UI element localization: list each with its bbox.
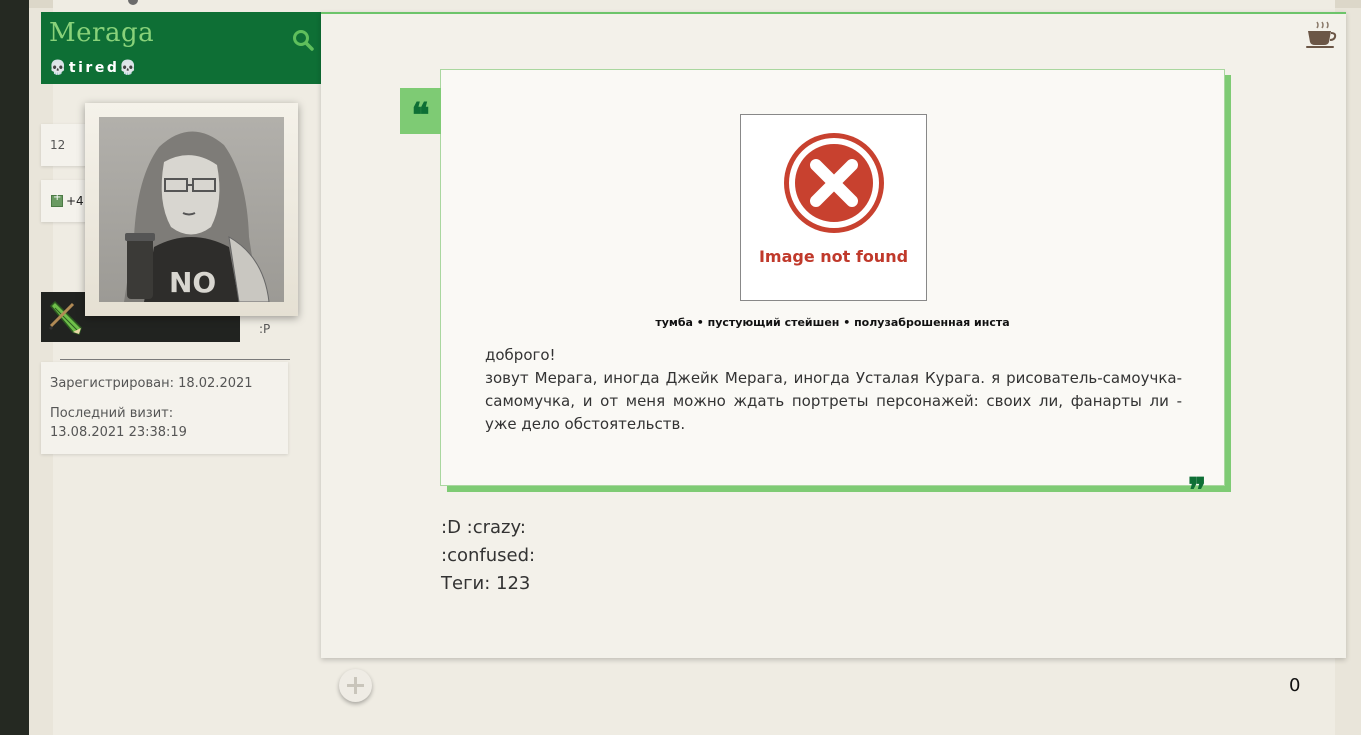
- reputation-plus-icon[interactable]: [51, 192, 63, 207]
- posts-count: 12: [50, 138, 66, 152]
- svg-text:NO: NO: [169, 266, 216, 299]
- author-status: 💀tired💀: [49, 60, 140, 76]
- search-icon[interactable]: [291, 28, 315, 52]
- author-info: Зарегистрирован: 18.02.2021 Последний ви…: [41, 362, 288, 454]
- pencil-icon: [49, 300, 82, 335]
- reputation-value: +4: [66, 194, 84, 208]
- author-header: Meraga 💀tired💀: [41, 12, 321, 84]
- smilies-line-2: :confused:: [441, 545, 536, 566]
- tags-line[interactable]: Теги: 123: [441, 570, 535, 598]
- custom-profile-field: :P: [259, 322, 271, 336]
- quote-text: доброго! зовут Мерага, иногда Джейк Мера…: [485, 344, 1182, 436]
- last-visit-date: 13.08.2021 23:38:19: [50, 425, 187, 440]
- divider: [60, 359, 290, 360]
- post-rating: 0: [1289, 675, 1301, 696]
- smilies-line: :D :crazy:: [441, 517, 526, 538]
- post-footer-text: :D :crazy: :confused: Теги: 123: [441, 514, 535, 598]
- image-not-found-text: Image not found: [758, 247, 909, 266]
- registered-date: Зарегистрирован: 18.02.2021: [50, 376, 253, 391]
- avatar[interactable]: NO: [99, 117, 284, 302]
- quote-open-icon: ❝: [400, 88, 441, 136]
- quote-close-icon: ❞: [1188, 471, 1207, 511]
- author-name[interactable]: Meraga: [49, 18, 154, 48]
- left-edge: [0, 0, 29, 735]
- intro-text: зовут Мерага, иногда Джейк Мерага, иногд…: [485, 369, 1182, 433]
- avatar-frame: NO: [85, 103, 298, 316]
- avatar-drawing: NO: [124, 131, 270, 302]
- greeting-text: доброго!: [485, 346, 556, 364]
- cup-icon[interactable]: [1305, 20, 1337, 50]
- caption-links[interactable]: тумба • пустующий стейшен • полузаброшен…: [440, 316, 1225, 329]
- broken-image[interactable]: Image not found: [740, 114, 927, 301]
- error-icon: [784, 133, 884, 233]
- last-visit-label: Последний визит:: [50, 406, 174, 421]
- add-reaction-button[interactable]: [339, 669, 372, 702]
